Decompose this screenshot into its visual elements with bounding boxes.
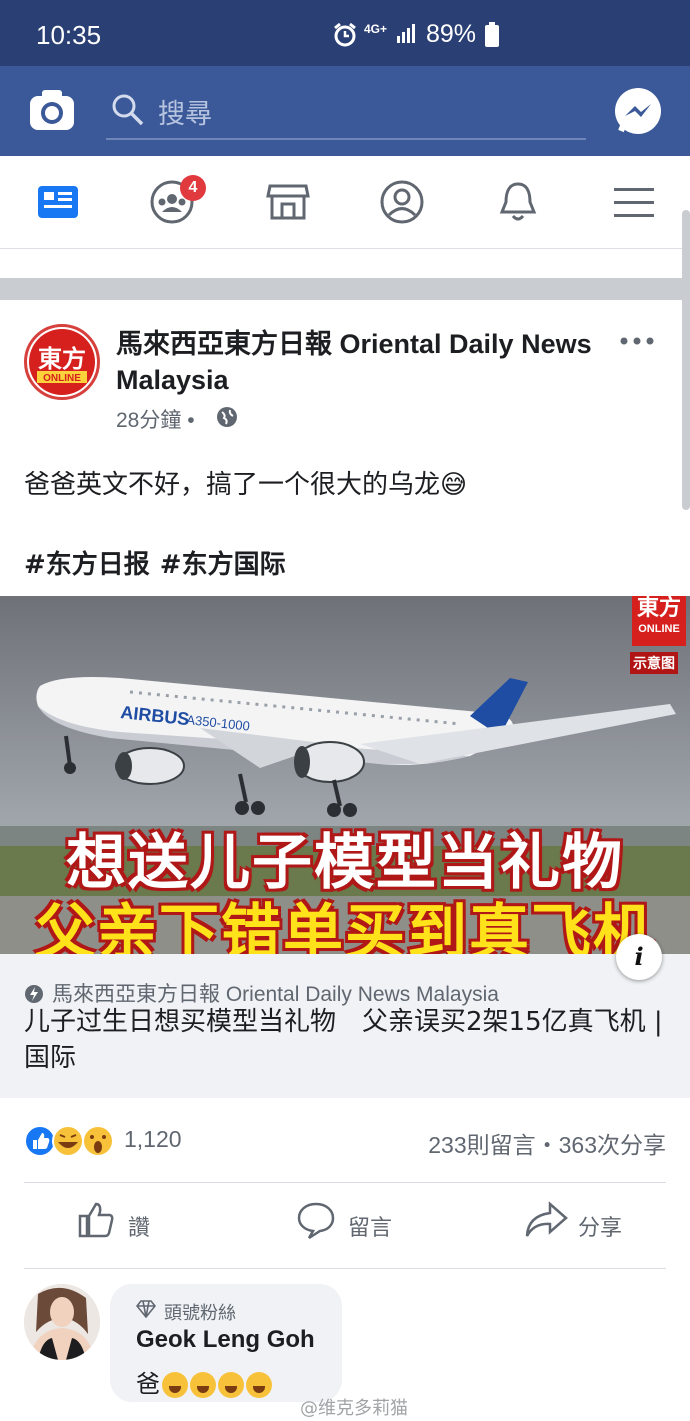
logo-cn-text: 東方	[636, 596, 681, 621]
comment-label: 留言	[348, 1216, 393, 1241]
page-avatar[interactable]: 東方 ONLINE	[24, 324, 100, 400]
like-label: 讚	[128, 1216, 151, 1241]
comment-author[interactable]: Geok Leng Goh	[136, 1326, 315, 1354]
search-bar[interactable]: 搜尋	[106, 84, 586, 140]
messenger-icon[interactable]	[613, 87, 663, 137]
comment-bubble-icon	[297, 1202, 335, 1240]
page-avatar-cn-text: 東方	[38, 345, 86, 373]
post-time[interactable]: 28分鐘 •	[116, 404, 195, 434]
hashtag-link[interactable]: #东方国际	[160, 550, 286, 580]
public-globe-icon	[217, 407, 237, 427]
share-button[interactable]: 分享	[524, 1200, 654, 1250]
page-avatar-en-text: ONLINE	[43, 373, 81, 384]
scrollbar[interactable]	[682, 210, 690, 510]
post-time-text: 28分鐘	[116, 409, 182, 432]
commenter-photo	[24, 1284, 100, 1360]
menu-icon[interactable]	[610, 178, 658, 226]
crying-emoji-icon	[218, 1372, 244, 1398]
reactions-count[interactable]: 1,120	[124, 1126, 182, 1153]
reaction-icons	[24, 1125, 114, 1157]
post-time-separator: •	[187, 409, 195, 432]
like-thumb-icon	[78, 1202, 114, 1238]
link-title[interactable]: 儿子过生日想买模型当礼物 父亲误买2架15亿真飞机 | 国际	[24, 1004, 674, 1076]
crying-emoji-icon	[246, 1372, 272, 1398]
instant-article-bolt-icon	[25, 985, 43, 1003]
feed-divider	[0, 278, 690, 300]
groups-badge: 4	[180, 175, 206, 201]
news-feed-icon[interactable]	[34, 178, 82, 226]
comment-text-body: 爸	[136, 1370, 160, 1398]
search-icon	[112, 94, 144, 126]
divider	[24, 1268, 666, 1269]
status-time: 10:35	[36, 20, 102, 50]
crying-emoji-icon	[162, 1372, 188, 1398]
more-options-icon[interactable]	[620, 336, 654, 346]
comment-text: 爸	[136, 1364, 272, 1399]
like-button[interactable]: 讚	[76, 1200, 196, 1250]
top-fan-badge: 頭號粉絲	[164, 1303, 236, 1324]
signal-icon	[397, 24, 415, 43]
illustration-label: 示意图	[630, 652, 678, 674]
battery-level: 89%	[426, 20, 477, 48]
logo-en-text: ONLINE	[638, 623, 680, 635]
share-arrow-icon	[525, 1201, 568, 1237]
info-icon[interactable]: i	[616, 934, 662, 980]
commenter-avatar[interactable]	[24, 1284, 100, 1360]
status-bar: 10:35 4G+ 89%	[0, 0, 690, 66]
oriental-online-logo: 東方 ONLINE	[632, 596, 686, 646]
comment-button[interactable]: 留言	[296, 1200, 436, 1250]
search-placeholder: 搜尋	[158, 99, 212, 130]
tab-bar	[0, 156, 690, 249]
post-hashtags: #东方日报 #东方国际	[24, 544, 296, 581]
haha-reaction-icon	[52, 1125, 84, 1157]
link-source-text: 馬來西亞東方日報 Oriental Daily News Malaysia	[52, 983, 499, 1006]
alarm-icon	[334, 22, 356, 47]
marketplace-icon[interactable]	[264, 178, 312, 226]
post-text: 爸爸英文不好，搞了一个很大的乌龙😅	[24, 470, 468, 500]
network-type: 4G+	[364, 22, 388, 36]
weibo-watermark: @维克多莉猫	[300, 1398, 408, 1419]
comments-shares-count[interactable]: 233則留言・363次分享	[428, 1126, 666, 1160]
profile-icon[interactable]	[378, 178, 426, 226]
top-fan-diamond-icon	[136, 1300, 156, 1318]
oriental-daily-logo: 東方 ONLINE	[29, 329, 95, 395]
camera-icon[interactable]	[28, 86, 76, 134]
hashtag-link[interactable]: #东方日报	[24, 550, 150, 580]
page-name[interactable]: 馬來西亞東方日報 Oriental Daily News Malaysia	[116, 326, 596, 398]
notifications-icon[interactable]	[494, 178, 542, 226]
divider	[24, 1182, 666, 1183]
battery-icon	[485, 22, 499, 47]
reactions-summary[interactable]	[24, 1124, 124, 1158]
crying-emoji-icon	[190, 1372, 216, 1398]
share-label: 分享	[578, 1216, 623, 1241]
